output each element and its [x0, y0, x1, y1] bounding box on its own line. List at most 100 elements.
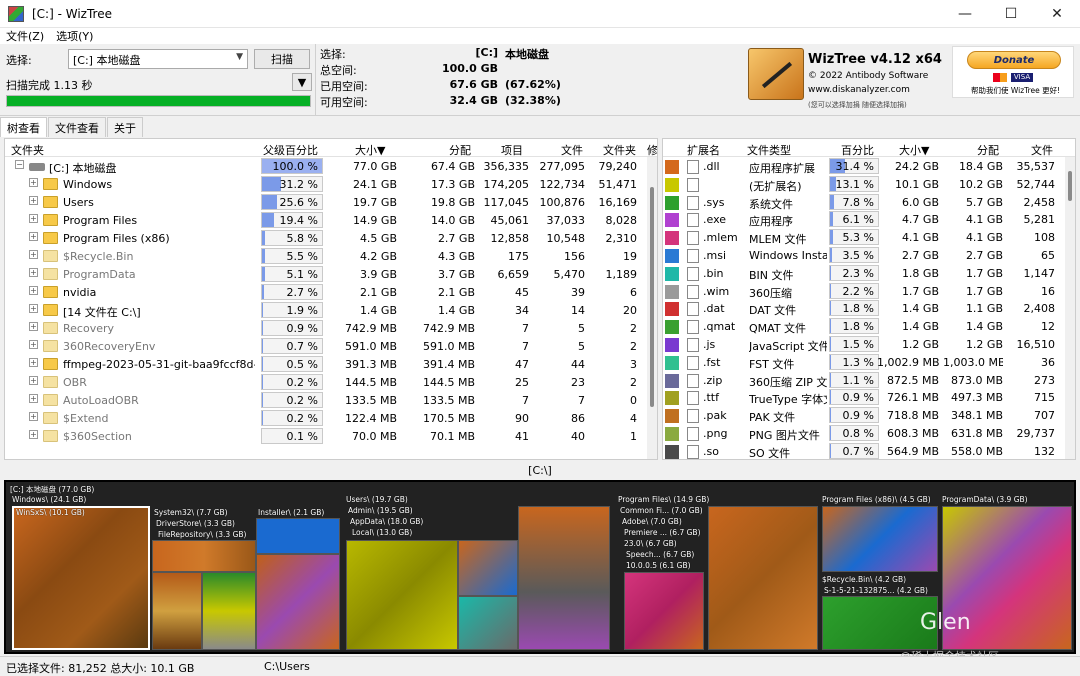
expand-toggle-icon[interactable]: + — [29, 304, 38, 313]
expand-toggle-icon[interactable]: + — [29, 394, 38, 403]
tm-appdata-other[interactable] — [518, 506, 610, 650]
expand-toggle-icon[interactable]: + — [29, 196, 38, 205]
expand-toggle-icon[interactable]: + — [29, 322, 38, 331]
tree-row[interactable]: + Program Files (x86) 5.8 % 4.5 GB 2.7 GB 12,… — [5, 229, 645, 247]
tm-programfiles-other[interactable] — [708, 506, 818, 650]
col-folder[interactable]: 文件夹 — [11, 142, 44, 158]
ext-row[interactable]: .sys 系统文件 7.8 % 6.0 GB 5.7 GB 2,458 — [663, 193, 1063, 211]
ext-type: PAK 文件 — [749, 411, 796, 425]
expand-toggle-icon[interactable]: + — [29, 286, 38, 295]
menu-options[interactable]: 选项(Y) — [56, 28, 93, 44]
scan-button[interactable]: 扫描 — [254, 49, 310, 69]
ext-row[interactable]: .mlem MLEM 文件 5.3 % 4.1 GB 4.1 GB 108 — [663, 228, 1063, 246]
ext-row[interactable]: .ttf TrueType 字体文 0.9 % 726.1 MB 497.3 MB 715 — [663, 388, 1063, 406]
tree-row[interactable]: + Recovery 0.9 % 742.9 MB 742.9 MB 7 5 2 — [5, 319, 645, 337]
tm-installer[interactable] — [256, 518, 340, 554]
tm-winsxs[interactable] — [12, 506, 150, 650]
tm-local-a[interactable] — [346, 540, 458, 650]
ext-row[interactable]: .msi Windows Installe 3.5 % 2.7 GB 2.7 GB 65 — [663, 246, 1063, 264]
ext-row[interactable]: .dat DAT 文件 1.8 % 1.4 GB 1.1 GB 2,408 — [663, 299, 1063, 317]
tree-row[interactable]: + Windows 31.2 % 24.1 GB 17.3 GB 174,205 122,7… — [5, 175, 645, 193]
expand-toggle-icon[interactable]: + — [29, 178, 38, 187]
ext-row[interactable]: .zip 360压缩 ZIP 文件 1.1 % 872.5 MB 873.0 MB 273 — [663, 371, 1063, 389]
tree-cell-size: 4.5 GB — [359, 232, 397, 245]
col-pct[interactable]: 百分比 — [841, 142, 874, 158]
wiztree-logo[interactable]: WizTree v4.12 x64 © 2022 Antibody Softwa… — [748, 46, 948, 112]
tree-row[interactable]: + [14 文件在 C:\] 1.9 % 1.4 GB 1.4 GB 34 14 20 — [5, 301, 645, 319]
col-ext-size[interactable]: 大小▼ — [899, 142, 929, 158]
expand-toggle-icon[interactable]: + — [29, 232, 38, 241]
file-type-icon — [687, 444, 699, 459]
tree-row[interactable]: + ffmpeg-2023-05-31-git-baa9fccf8d-full_b… — [5, 355, 645, 373]
ext-row[interactable]: .wim 360压缩 2.2 % 1.7 GB 1.7 GB 16 — [663, 282, 1063, 300]
expand-toggle-icon[interactable]: + — [29, 268, 38, 277]
tm-local-c[interactable] — [458, 596, 518, 650]
tree-row[interactable]: + nvidia 2.7 % 2.1 GB 2.1 GB 45 39 6 — [5, 283, 645, 301]
tab-tree-view[interactable]: 树查看 — [0, 117, 47, 137]
tm-windows-other[interactable] — [256, 554, 340, 650]
ext-row[interactable]: .qmat QMAT 文件 1.8 % 1.4 GB 1.4 GB 12 — [663, 317, 1063, 335]
tree-cell-size: 77.0 GB — [352, 160, 397, 173]
tm-local-b[interactable] — [458, 540, 518, 596]
treemap[interactable]: [C:] 本地磁盘 (77.0 GB) Windows\ (24.1 GB) W… — [4, 480, 1076, 654]
filter-button[interactable]: ▼ — [292, 73, 312, 91]
tm-filerepository[interactable] — [152, 540, 256, 572]
col-type[interactable]: 文件类型 — [747, 142, 791, 158]
expand-toggle-icon[interactable]: + — [29, 412, 38, 421]
drive-select[interactable]: [C:] 本地磁盘 ▼ — [68, 49, 248, 69]
ext-row[interactable]: .js JavaScript 文件 1.5 % 1.2 GB 1.2 GB 16,510 — [663, 335, 1063, 353]
col-parent-pct[interactable]: 父级百分比 — [263, 142, 318, 158]
ext-row[interactable]: .fst FST 文件 1.3 % 1,002.9 MB 1,003.0 MB 36 — [663, 353, 1063, 371]
ext-scrollbar[interactable] — [1065, 157, 1075, 459]
expand-toggle-icon[interactable]: + — [29, 250, 38, 259]
tab-about[interactable]: 关于 — [107, 117, 143, 137]
col-modified[interactable]: 修 — [647, 142, 657, 158]
tree-scroll-thumb[interactable] — [650, 187, 654, 407]
tm-speech[interactable] — [624, 572, 704, 650]
tree-scrollbar[interactable] — [647, 157, 657, 459]
tm-system32-a[interactable] — [152, 572, 202, 650]
expand-toggle-icon[interactable]: + — [29, 358, 38, 367]
ext-row[interactable]: .png PNG 图片文件 0.8 % 608.3 MB 631.8 MB 29,737 — [663, 424, 1063, 442]
col-alloc[interactable]: 分配 — [449, 142, 471, 158]
tree-root-row[interactable]: − [C:] 本地磁盘 100.0 % 77.0 GB 67.4 GB 356,335 27… — [5, 157, 645, 175]
maximize-button[interactable]: ☐ — [988, 0, 1034, 28]
ext-row[interactable]: .so SO 文件 0.7 % 564.9 MB 558.0 MB 132 — [663, 442, 1063, 459]
ext-row[interactable]: .bin BIN 文件 2.3 % 1.8 GB 1.7 GB 1,147 — [663, 264, 1063, 282]
col-ext-files[interactable]: 文件 — [1031, 142, 1053, 158]
tab-file-view[interactable]: 文件查看 — [48, 117, 106, 137]
expand-toggle-icon[interactable]: + — [29, 214, 38, 223]
col-folders[interactable]: 文件夹 — [603, 142, 636, 158]
folder-icon — [43, 358, 58, 370]
tree-row[interactable]: + Users 25.6 % 19.7 GB 19.8 GB 117,045 100,876… — [5, 193, 645, 211]
donate-button[interactable]: Donate — [967, 51, 1061, 69]
tree-row[interactable]: + ProgramData 5.1 % 3.9 GB 3.7 GB 6,659 5,470 1… — [5, 265, 645, 283]
tree-row[interactable]: + AutoLoadOBR 0.2 % 133.5 MB 133.5 MB 7 7 0 — [5, 391, 645, 409]
col-ext-alloc[interactable]: 分配 — [977, 142, 999, 158]
col-items[interactable]: 项目 — [501, 142, 523, 158]
col-size[interactable]: 大小▼ — [355, 142, 385, 158]
tree-row[interactable]: +360RecoveryEnv 0.7 % 591.0 MB 591.0 MB 7 5 2 — [5, 337, 645, 355]
expand-toggle-icon[interactable]: + — [29, 376, 38, 385]
ext-row[interactable]: .exe 应用程序 6.1 % 4.7 GB 4.1 GB 5,281 — [663, 210, 1063, 228]
tree-row[interactable]: + $360Section 0.1 % 70.0 MB 70.1 MB 41 40 1 — [5, 427, 645, 445]
ext-scroll-thumb[interactable] — [1068, 171, 1072, 201]
menu-file[interactable]: 文件(Z) — [6, 28, 44, 44]
ext-row[interactable]: .pak PAK 文件 0.9 % 718.8 MB 348.1 MB 707 — [663, 406, 1063, 424]
tree-row[interactable]: + OBR 0.2 % 144.5 MB 144.5 MB 25 23 2 — [5, 373, 645, 391]
tm-system32-b[interactable] — [202, 572, 256, 650]
tree-row[interactable]: + $Extend 0.2 % 122.4 MB 170.5 MB 90 86 4 — [5, 409, 645, 427]
tm-pfx86[interactable] — [822, 506, 938, 572]
logo-url[interactable]: www.diskanalyzer.com — [808, 85, 910, 95]
col-ext[interactable]: 扩展名 — [687, 142, 720, 158]
expand-toggle-icon[interactable]: + — [29, 430, 38, 439]
minimize-button[interactable]: — — [942, 0, 988, 28]
col-files[interactable]: 文件 — [561, 142, 583, 158]
ext-row[interactable]: .dll 应用程序扩展 31.4 % 24.2 GB 18.4 GB 35,537 — [663, 157, 1063, 175]
expand-toggle-icon[interactable]: − — [15, 160, 24, 169]
tree-row[interactable]: + Program Files 19.4 % 14.9 GB 14.0 GB 45,061… — [5, 211, 645, 229]
ext-row[interactable]: (无扩展名) 13.1 % 10.1 GB 10.2 GB 52,744 — [663, 175, 1063, 193]
close-button[interactable]: ✕ — [1034, 0, 1080, 28]
expand-toggle-icon[interactable]: + — [29, 340, 38, 349]
tree-row[interactable]: + $Recycle.Bin 5.5 % 4.2 GB 4.3 GB 175 156 19 — [5, 247, 645, 265]
